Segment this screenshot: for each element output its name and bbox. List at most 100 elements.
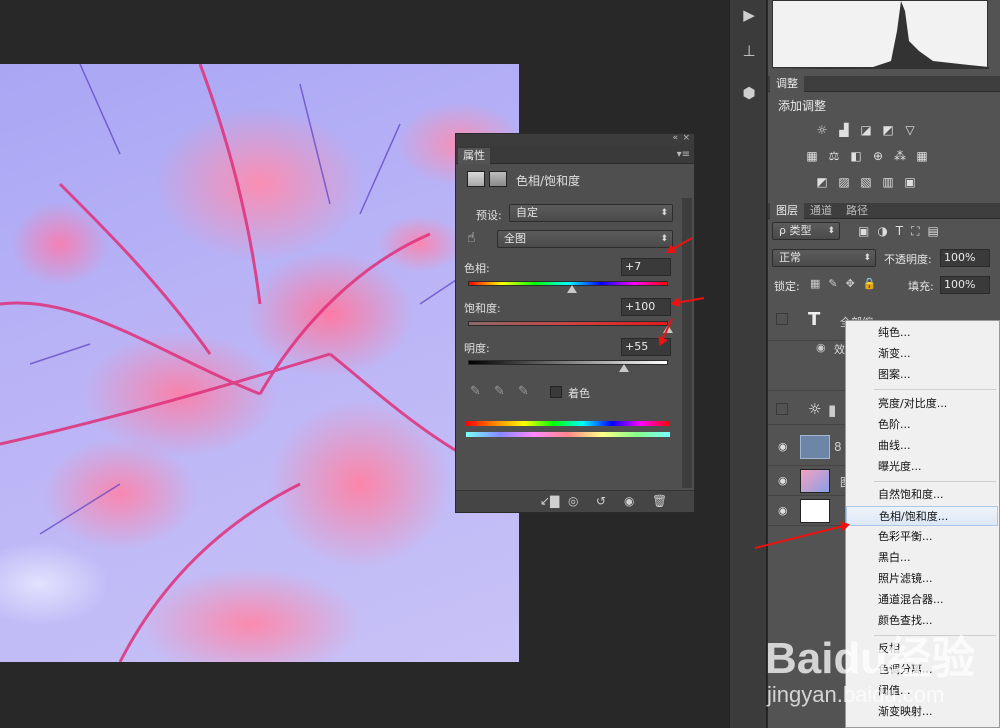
saturation-slider[interactable] — [468, 321, 668, 326]
balance-icon[interactable]: ⚖ — [826, 149, 842, 163]
input-color-bar — [466, 421, 670, 426]
tab-layers[interactable]: 图层 — [770, 203, 804, 219]
dropdown-arrow-icon: ⬍ — [863, 253, 871, 263]
channel-dropdown[interactable]: 全图 ⬍ — [497, 230, 673, 248]
blend-mode-value: 正常 — [779, 251, 801, 264]
menu-item-exposure[interactable]: 曝光度... — [846, 457, 998, 477]
reset-icon[interactable]: ↺ — [596, 494, 606, 508]
posterize-icon[interactable]: ▨ — [836, 175, 852, 189]
tab-channels[interactable]: 通道 — [804, 203, 838, 219]
curves-icon[interactable]: ◪ — [858, 123, 874, 137]
photo-filter-icon[interactable]: ⊕ — [870, 149, 886, 163]
levels-icon[interactable]: ▟ — [836, 123, 852, 137]
visibility-toggle[interactable] — [776, 313, 788, 325]
menu-item-channel-mixer[interactable]: 通道混合器... — [846, 590, 998, 610]
properties-panel: « × 属性 ▾≡ 色相/饱和度 预设: 自定 ⬍ ☝ 全图 ⬍ 色相: +7 … — [455, 133, 695, 513]
tool-presets-icon[interactable]: ⊥ — [738, 40, 760, 62]
hue-slider-thumb[interactable] — [567, 285, 577, 293]
blend-mode-dropdown[interactable]: 正常 ⬍ — [772, 249, 876, 267]
channel-mixer-icon[interactable]: ⁂ — [892, 149, 908, 163]
lightness-slider[interactable] — [468, 360, 668, 365]
fill-field[interactable]: 100% — [940, 276, 990, 294]
menu-item-color-balance[interactable]: 色彩平衡... — [846, 527, 998, 547]
menu-item-photo-filter[interactable]: 照片滤镜... — [846, 569, 998, 589]
adjustment-title: 色相/饱和度 — [516, 174, 581, 188]
link-icon: 8 — [834, 440, 842, 454]
effects-eye-icon[interactable]: ◉ — [816, 341, 826, 354]
panel-dock-strip: ▶ ⊥ ⬢ — [729, 0, 767, 728]
mask-icon[interactable] — [489, 171, 507, 187]
tab-adjustments[interactable]: 调整 — [770, 76, 804, 92]
menu-item-curves[interactable]: 曲线... — [846, 436, 998, 456]
saturation-value-field[interactable]: +100 — [621, 298, 671, 316]
tab-paths[interactable]: 路径 — [840, 203, 874, 219]
histogram — [772, 0, 989, 69]
eyedropper-icon[interactable]: ✎ — [470, 384, 481, 399]
gradient-map-icon[interactable]: ▥ — [880, 175, 896, 189]
close-icon[interactable]: × — [682, 133, 690, 143]
exposure-icon[interactable]: ◩ — [880, 123, 896, 137]
menu-item-gradient[interactable]: 渐变... — [846, 344, 998, 364]
threshold-icon[interactable]: ▧ — [858, 175, 874, 189]
canvas-image[interactable] — [0, 64, 519, 662]
lightness-slider-thumb[interactable] — [619, 364, 629, 372]
preset-dropdown[interactable]: 自定 ⬍ — [509, 204, 673, 222]
opacity-field[interactable]: 100% — [940, 249, 990, 267]
collapse-icon[interactable]: « — [672, 133, 678, 143]
visibility-toggle[interactable] — [776, 403, 788, 415]
colorize-label: 着色 — [568, 387, 590, 400]
3d-cube-icon[interactable]: ⬢ — [738, 82, 760, 104]
preset-label: 预设: — [476, 209, 502, 222]
menu-item-pattern[interactable]: 图案... — [846, 365, 998, 385]
menu-separator — [874, 389, 996, 390]
lock-label: 锁定: — [774, 280, 800, 293]
lock-icons[interactable]: ▦✎✥🔒 — [810, 277, 885, 290]
play-icon[interactable]: ▶ — [738, 4, 760, 26]
eyedropper-minus-icon[interactable]: ✎ — [518, 384, 529, 399]
opacity-label: 不透明度: — [884, 253, 932, 266]
triangle-icon[interactable]: ▽ — [902, 123, 918, 137]
eyedropper-plus-icon[interactable]: ✎ — [494, 384, 505, 399]
tab-properties[interactable]: 属性 — [458, 148, 490, 164]
watermark-url: jingyan.baidu.com — [767, 682, 945, 707]
vibrance-icon[interactable]: ▦ — [804, 149, 820, 163]
menu-item-vibrance[interactable]: 自然饱和度... — [846, 485, 998, 505]
add-adjustment-label: 添加调整 — [778, 99, 827, 113]
dropdown-arrow-icon: ⬍ — [660, 208, 668, 218]
menu-item-solid-color[interactable]: 纯色... — [846, 323, 998, 343]
layer-filter-dropdown[interactable]: ρ 类型 ⬍ — [772, 222, 840, 240]
effects-label: 效 — [834, 343, 845, 356]
eye-icon[interactable]: ◉ — [778, 440, 788, 453]
panel-menu-icon[interactable]: ▾≡ — [677, 149, 690, 160]
menu-item-black-white[interactable]: 黑白... — [846, 548, 998, 568]
layers-tabs: 图层 通道 路径 — [768, 203, 1000, 219]
clip-to-layer-icon[interactable]: ↙▇ — [540, 494, 559, 508]
menu-item-hue-saturation[interactable]: 色相/饱和度... — [846, 506, 998, 526]
delete-trash-icon[interactable]: 🗑 — [652, 494, 667, 508]
invert-icon[interactable]: ◩ — [814, 175, 830, 189]
visibility-eye-icon[interactable]: ◉ — [624, 494, 634, 508]
target-adjustment-hand-icon[interactable]: ☝ — [467, 230, 476, 246]
color-lookup-icon[interactable]: ▦ — [914, 149, 930, 163]
hue-value-field[interactable]: +7 — [621, 258, 671, 276]
image-layer-thumbnail — [800, 469, 830, 493]
saturation-label: 饱和度: — [464, 302, 501, 315]
layer-filter-icons[interactable]: ▣◑T⛶▤ — [858, 224, 947, 239]
layer-mask-thumbnail: ▮ — [828, 401, 837, 419]
hue-label: 色相: — [464, 262, 490, 275]
eye-icon[interactable]: ◉ — [778, 474, 788, 487]
view-previous-icon[interactable]: ◎ — [568, 494, 578, 508]
menu-item-levels[interactable]: 色阶... — [846, 415, 998, 435]
menu-item-brightness-contrast[interactable]: 亮度/对比度... — [846, 394, 998, 414]
layer-filter-value: ρ 类型 — [779, 224, 812, 237]
dropdown-arrow-icon: ⬍ — [660, 234, 668, 244]
colorize-checkbox[interactable] — [550, 386, 562, 398]
preset-value: 自定 — [516, 206, 538, 219]
brightness-contrast-icon[interactable]: ☼ — [814, 123, 830, 137]
adjustment-layer-icon[interactable] — [467, 171, 485, 187]
dropdown-arrow-icon: ⬍ — [827, 226, 835, 236]
eye-icon[interactable]: ◉ — [778, 504, 788, 517]
watermark-brand: Baidu经验 — [765, 634, 976, 683]
selective-color-icon[interactable]: ▣ — [902, 175, 918, 189]
black-white-icon[interactable]: ◧ — [848, 149, 864, 163]
